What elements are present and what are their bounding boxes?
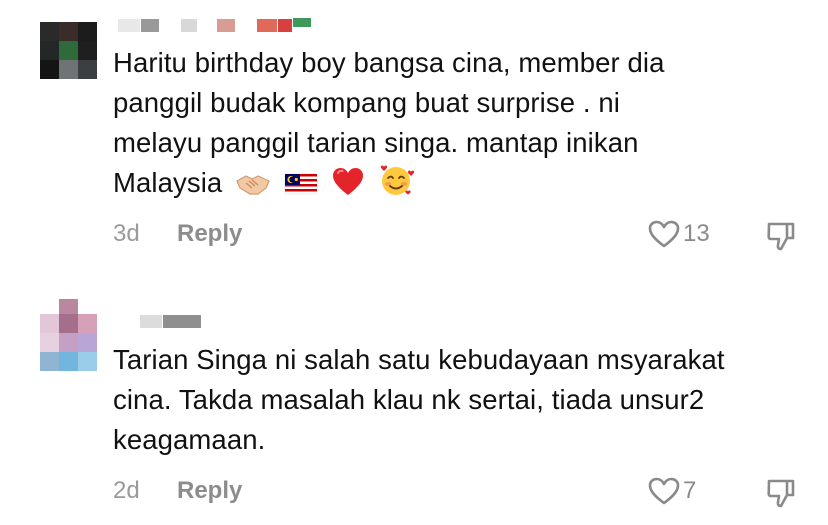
- comment-text-line: panggil budak kompang buat surprise . ni: [113, 87, 620, 118]
- like-button[interactable]: 13: [648, 220, 710, 248]
- like-button[interactable]: 7: [648, 477, 696, 505]
- smiling-face-with-hearts-emoji: [377, 163, 415, 208]
- comment-item: Tarian Singa ni salah satu kebudayaan ms…: [0, 295, 828, 525]
- comment-text: Tarian Singa ni salah satu kebudayaan ms…: [113, 340, 813, 460]
- dislike-button[interactable]: [765, 478, 797, 513]
- comment-item: Haritu birthday boy bangsa cina, member …: [0, 0, 828, 270]
- comment-meta: 3d Reply: [113, 220, 242, 248]
- avatar[interactable]: [40, 299, 97, 371]
- heart-outline-icon: [648, 220, 680, 248]
- username[interactable]: [118, 18, 312, 32]
- comment-text-line: keagamaan.: [113, 424, 266, 455]
- comment-text: Haritu birthday boy bangsa cina, member …: [113, 43, 813, 208]
- comment-timestamp: 3d: [113, 220, 140, 247]
- comment-text-line: cina. Takda masalah klau nk sertai, tiad…: [113, 384, 705, 415]
- heart-outline-icon: [648, 477, 680, 505]
- thumbs-down-icon: [767, 222, 795, 251]
- malaysia-flag-emoji: [284, 168, 318, 208]
- handshake-emoji: [236, 168, 270, 208]
- reply-button[interactable]: Reply: [177, 220, 242, 248]
- comment-text-line: Tarian Singa ni salah satu kebudayaan ms…: [113, 344, 725, 375]
- reply-button[interactable]: Reply: [177, 477, 242, 505]
- red-heart-emoji: [332, 167, 364, 208]
- like-count: 13: [683, 220, 710, 247]
- thumbs-down-icon: [767, 479, 795, 508]
- username[interactable]: [140, 314, 202, 328]
- comment-timestamp: 2d: [113, 477, 140, 504]
- dislike-button[interactable]: [765, 221, 797, 256]
- comment-text-line: Haritu birthday boy bangsa cina, member …: [113, 47, 665, 78]
- like-count: 7: [683, 477, 697, 504]
- comment-list: Haritu birthday boy bangsa cina, member …: [0, 0, 828, 525]
- comment-meta: 2d Reply: [113, 477, 242, 505]
- comment-text-line: melayu panggil tarian singa. mantap inik…: [113, 127, 639, 158]
- avatar[interactable]: [40, 22, 97, 79]
- comment-text-line: Malaysia: [113, 167, 223, 198]
